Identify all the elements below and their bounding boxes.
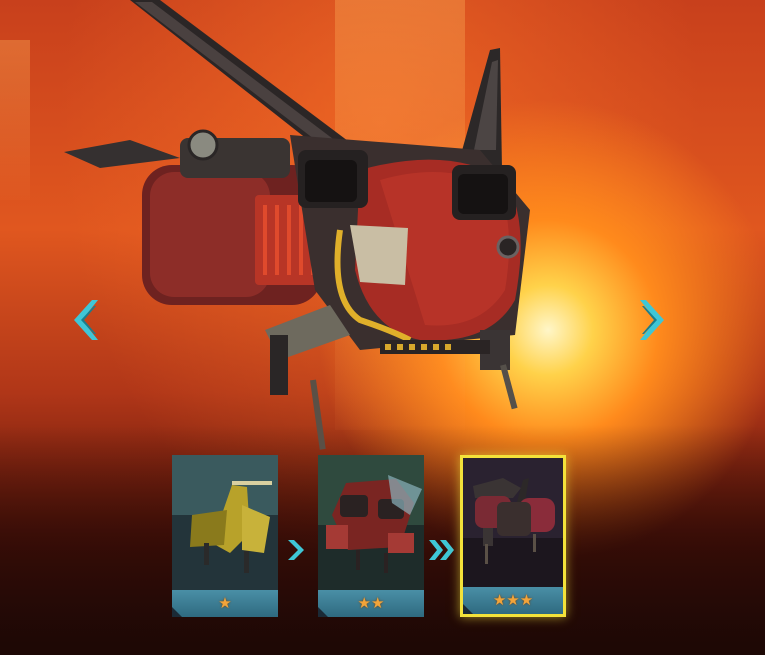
ship-thumbnail [463, 458, 563, 590]
double-chevron-right-icon [429, 540, 454, 560]
star-rating: ★★ [357, 594, 385, 612]
light-pillar [0, 40, 30, 200]
stage-card-3-selected[interactable]: ★★★ [460, 455, 566, 617]
evolution-stages: ★ ★★ ★★★ [0, 455, 765, 620]
star-rating: ★ [218, 594, 232, 612]
stage-card-1[interactable]: ★ [172, 455, 278, 617]
star-rating: ★★★ [492, 591, 534, 609]
ship-thumbnail [172, 455, 278, 590]
ship-model [64, 0, 530, 450]
stage-stars-bar: ★★ [318, 590, 424, 617]
ship-preview [60, 0, 620, 460]
stage-stars-bar: ★★★ [463, 587, 563, 614]
stage-card-2[interactable]: ★★ [318, 455, 424, 617]
evolution-arrow [428, 539, 456, 561]
evolution-arrow [286, 539, 306, 561]
chevron-right-icon [288, 540, 304, 560]
chevron-right-icon [640, 300, 664, 340]
stage-stars-bar: ★ [172, 590, 278, 617]
ship-thumbnail [318, 455, 424, 590]
chevron-left-icon [74, 300, 98, 340]
prev-ship-button[interactable] [72, 298, 98, 342]
next-ship-button[interactable] [640, 298, 666, 342]
